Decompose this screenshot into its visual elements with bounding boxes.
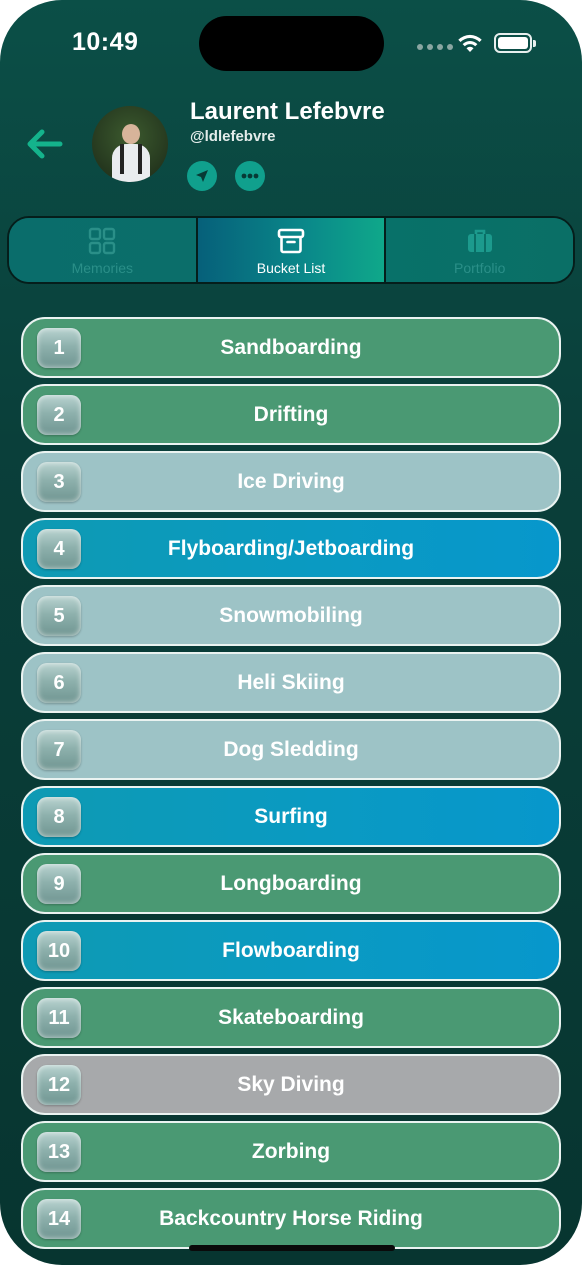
item-label: Skateboarding (218, 1005, 364, 1029)
send-message-button[interactable] (187, 161, 217, 191)
tab-bucket-list[interactable]: Bucket List (195, 218, 385, 282)
item-number-badge: 13 (37, 1132, 81, 1172)
paper-plane-icon (196, 170, 208, 182)
item-label: Sky Diving (237, 1072, 345, 1096)
status-time: 10:49 (72, 28, 139, 56)
bucket-list: 1 Sandboarding 2 Drifting 3 Ice Driving 4 Flybo… (21, 317, 561, 1255)
home-indicator[interactable] (189, 1245, 395, 1251)
bucket-list-item[interactable]: 4 Flyboarding/Jetboarding (21, 518, 561, 579)
bucket-list-item[interactable]: 14 Backcountry Horse Riding (21, 1188, 561, 1249)
tab-bucket-list-label: Bucket List (256, 260, 326, 276)
item-number-badge: 11 (37, 998, 81, 1038)
grid-icon (89, 227, 116, 255)
ellipsis-icon (241, 173, 259, 179)
cellular-signal-icon (417, 44, 453, 50)
item-label: Dog Sledding (223, 737, 359, 761)
tab-portfolio[interactable]: Portfolio (384, 218, 573, 282)
item-number-badge: 1 (37, 328, 81, 368)
dynamic-island (199, 16, 384, 71)
item-number-badge: 12 (37, 1065, 81, 1105)
profile-tabs: Memories Bucket List Portfolio (7, 216, 575, 284)
item-label: Heli Skiing (237, 670, 345, 694)
bucket-list-item[interactable]: 6 Heli Skiing (21, 652, 561, 713)
item-number-badge: 2 (37, 395, 81, 435)
bucket-list-item[interactable]: 11 Skateboarding (21, 987, 561, 1048)
bucket-list-item[interactable]: 10 Flowboarding (21, 920, 561, 981)
item-label: Drifting (253, 402, 329, 426)
status-bar: 10:49 (0, 0, 582, 90)
bucket-list-item[interactable]: 7 Dog Sledding (21, 719, 561, 780)
profile-handle: @ldlefebvre (190, 128, 276, 145)
tab-memories-label: Memories (71, 260, 134, 276)
item-label: Snowmobiling (219, 603, 363, 627)
item-label: Ice Driving (237, 469, 345, 493)
item-label: Zorbing (251, 1139, 331, 1163)
phone-screen: 10:49 Laurent Lefebvre @ldlefebvre Memor… (0, 0, 582, 1265)
item-label: Flowboarding (222, 938, 360, 962)
item-label: Sandboarding (220, 335, 362, 359)
more-options-button[interactable] (235, 161, 265, 191)
item-number-badge: 10 (37, 931, 81, 971)
bucket-list-item[interactable]: 3 Ice Driving (21, 451, 561, 512)
item-number-badge: 14 (37, 1199, 81, 1239)
tab-portfolio-label: Portfolio (454, 260, 506, 276)
item-number-badge: 8 (37, 797, 81, 837)
avatar[interactable] (92, 106, 168, 182)
bucket-list-item[interactable]: 13 Zorbing (21, 1121, 561, 1182)
bucket-list-item[interactable]: 1 Sandboarding (21, 317, 561, 378)
item-number-badge: 7 (37, 730, 81, 770)
bucket-list-item[interactable]: 9 Longboarding (21, 853, 561, 914)
profile-name: Laurent Lefebvre (190, 98, 385, 125)
bucket-list-item[interactable]: 2 Drifting (21, 384, 561, 445)
battery-icon (494, 33, 536, 53)
tab-memories[interactable]: Memories (9, 218, 196, 282)
briefcase-icon (467, 229, 492, 252)
wifi-icon (458, 34, 482, 52)
bucket-list-item[interactable]: 5 Snowmobiling (21, 585, 561, 646)
item-number-badge: 4 (37, 529, 81, 569)
item-label: Longboarding (220, 871, 362, 895)
item-number-badge: 9 (37, 864, 81, 904)
item-number-badge: 5 (37, 596, 81, 636)
bucket-list-item[interactable]: 12 Sky Diving (21, 1054, 561, 1115)
item-label: Flyboarding/Jetboarding (167, 536, 415, 560)
bucket-list-item[interactable]: 8 Surfing (21, 786, 561, 847)
item-label: Backcountry Horse Riding (159, 1206, 423, 1230)
item-number-badge: 6 (37, 663, 81, 703)
back-arrow-icon[interactable] (24, 126, 64, 162)
item-label: Surfing (254, 804, 328, 828)
archive-box-icon (277, 228, 305, 254)
item-number-badge: 3 (37, 462, 81, 502)
